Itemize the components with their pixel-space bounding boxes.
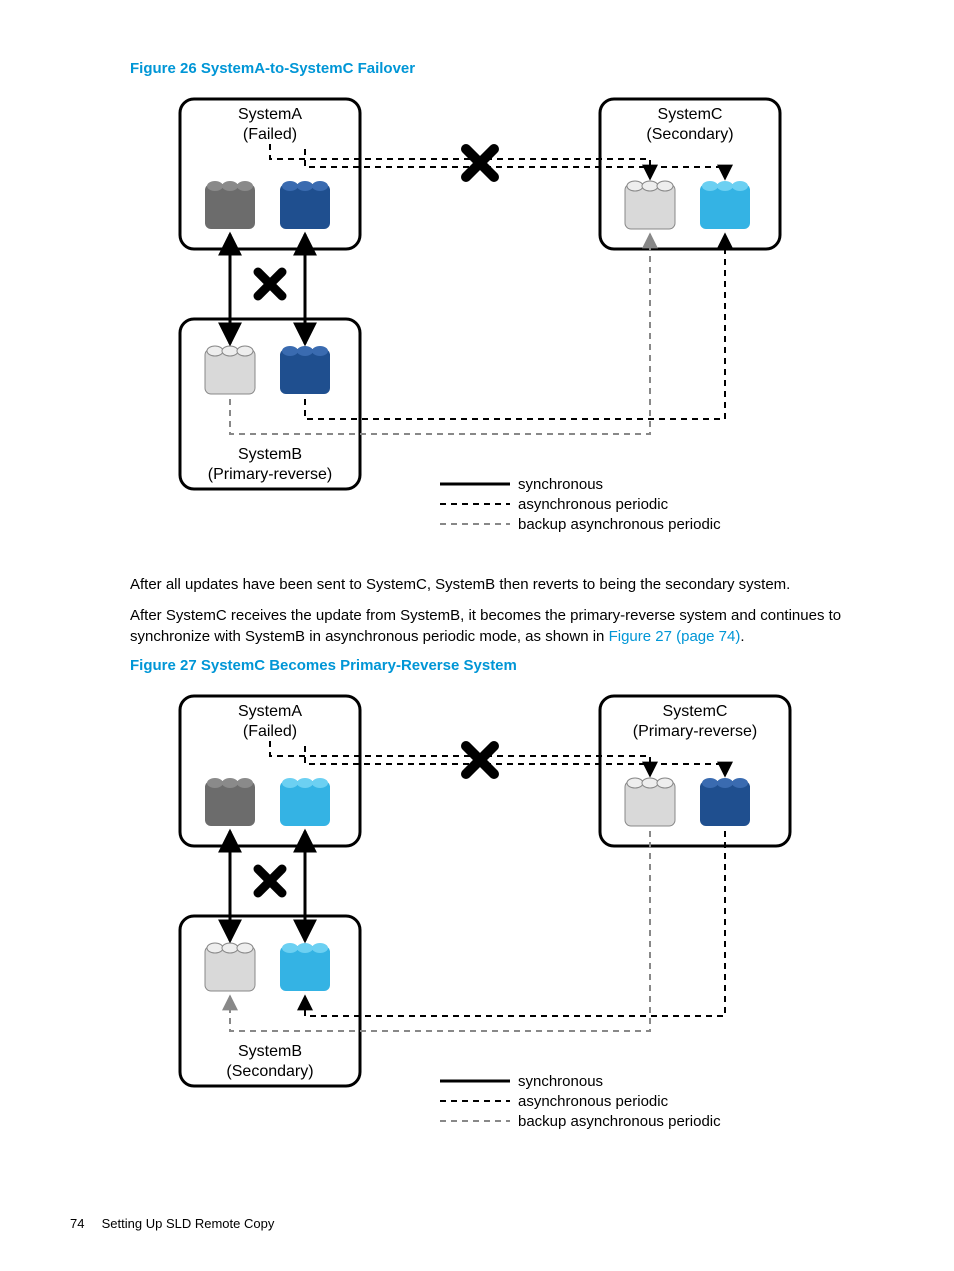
fig27-sysC-state: (Primary-reverse) <box>633 723 757 740</box>
figure-27-caption: Figure 27 SystemC Becomes Primary-Revers… <box>130 657 894 674</box>
fig27-sysA-state: (Failed) <box>243 723 297 740</box>
disk-cluster-icon <box>280 778 330 826</box>
legend-sync-label: synchronous <box>518 1073 603 1090</box>
paragraph-2: After SystemC receives the update from S… <box>130 605 894 647</box>
legend-sync-label: synchronous <box>518 476 603 493</box>
disk-cluster-icon <box>700 778 750 826</box>
figure-27-diagram: SystemA (Failed) SystemC (Primary-revers… <box>170 686 894 1151</box>
fig26-sysC-state: (Secondary) <box>646 126 733 143</box>
fig26-sysA-name: SystemA <box>238 106 302 123</box>
figure-27-link[interactable]: Figure 27 (page 74) <box>609 628 741 645</box>
fig27-sysB-state: (Secondary) <box>226 1063 313 1080</box>
fig27-sysA-name: SystemA <box>238 703 302 720</box>
disk-cluster-icon <box>280 943 330 991</box>
disk-cluster-icon <box>205 778 255 826</box>
legend-backup-label: backup asynchronous periodic <box>518 1113 721 1130</box>
legend-async-label: asynchronous periodic <box>518 496 669 513</box>
paragraph-2b: . <box>740 628 744 645</box>
disk-cluster-icon <box>700 181 750 229</box>
section-title: Setting Up SLD Remote Copy <box>102 1216 275 1231</box>
fig26-sysA-state: (Failed) <box>243 126 297 143</box>
fig27-sysC-name: SystemC <box>663 703 728 720</box>
page-number: 74 <box>70 1216 98 1231</box>
fig26-sysC-name: SystemC <box>658 106 723 123</box>
disk-cluster-icon <box>205 943 255 991</box>
figure-26-diagram: SystemA (Failed) SystemC (Secondary) <box>170 89 894 554</box>
disk-cluster-icon <box>625 778 675 826</box>
disk-cluster-icon <box>205 181 255 229</box>
disk-cluster-icon <box>625 181 675 229</box>
fig26-sysB-state: (Primary-reverse) <box>208 466 332 483</box>
figure-26-caption: Figure 26 SystemA-to-SystemC Failover <box>130 60 894 77</box>
disk-cluster-icon <box>205 346 255 394</box>
broken-link-icon <box>258 272 282 296</box>
broken-link-icon <box>466 149 494 177</box>
legend-async-label: asynchronous periodic <box>518 1093 669 1110</box>
page: Figure 26 SystemA-to-SystemC Failover Sy… <box>0 0 954 1271</box>
legend-backup-label: backup asynchronous periodic <box>518 516 721 533</box>
broken-link-icon <box>466 746 494 774</box>
disk-cluster-icon <box>280 346 330 394</box>
broken-link-icon <box>258 869 282 893</box>
disk-cluster-icon <box>280 181 330 229</box>
page-footer: 74 Setting Up SLD Remote Copy <box>70 1216 274 1231</box>
fig26-sysB-name: SystemB <box>238 446 302 463</box>
fig27-sysB-name: SystemB <box>238 1043 302 1060</box>
paragraph-1: After all updates have been sent to Syst… <box>130 574 894 595</box>
